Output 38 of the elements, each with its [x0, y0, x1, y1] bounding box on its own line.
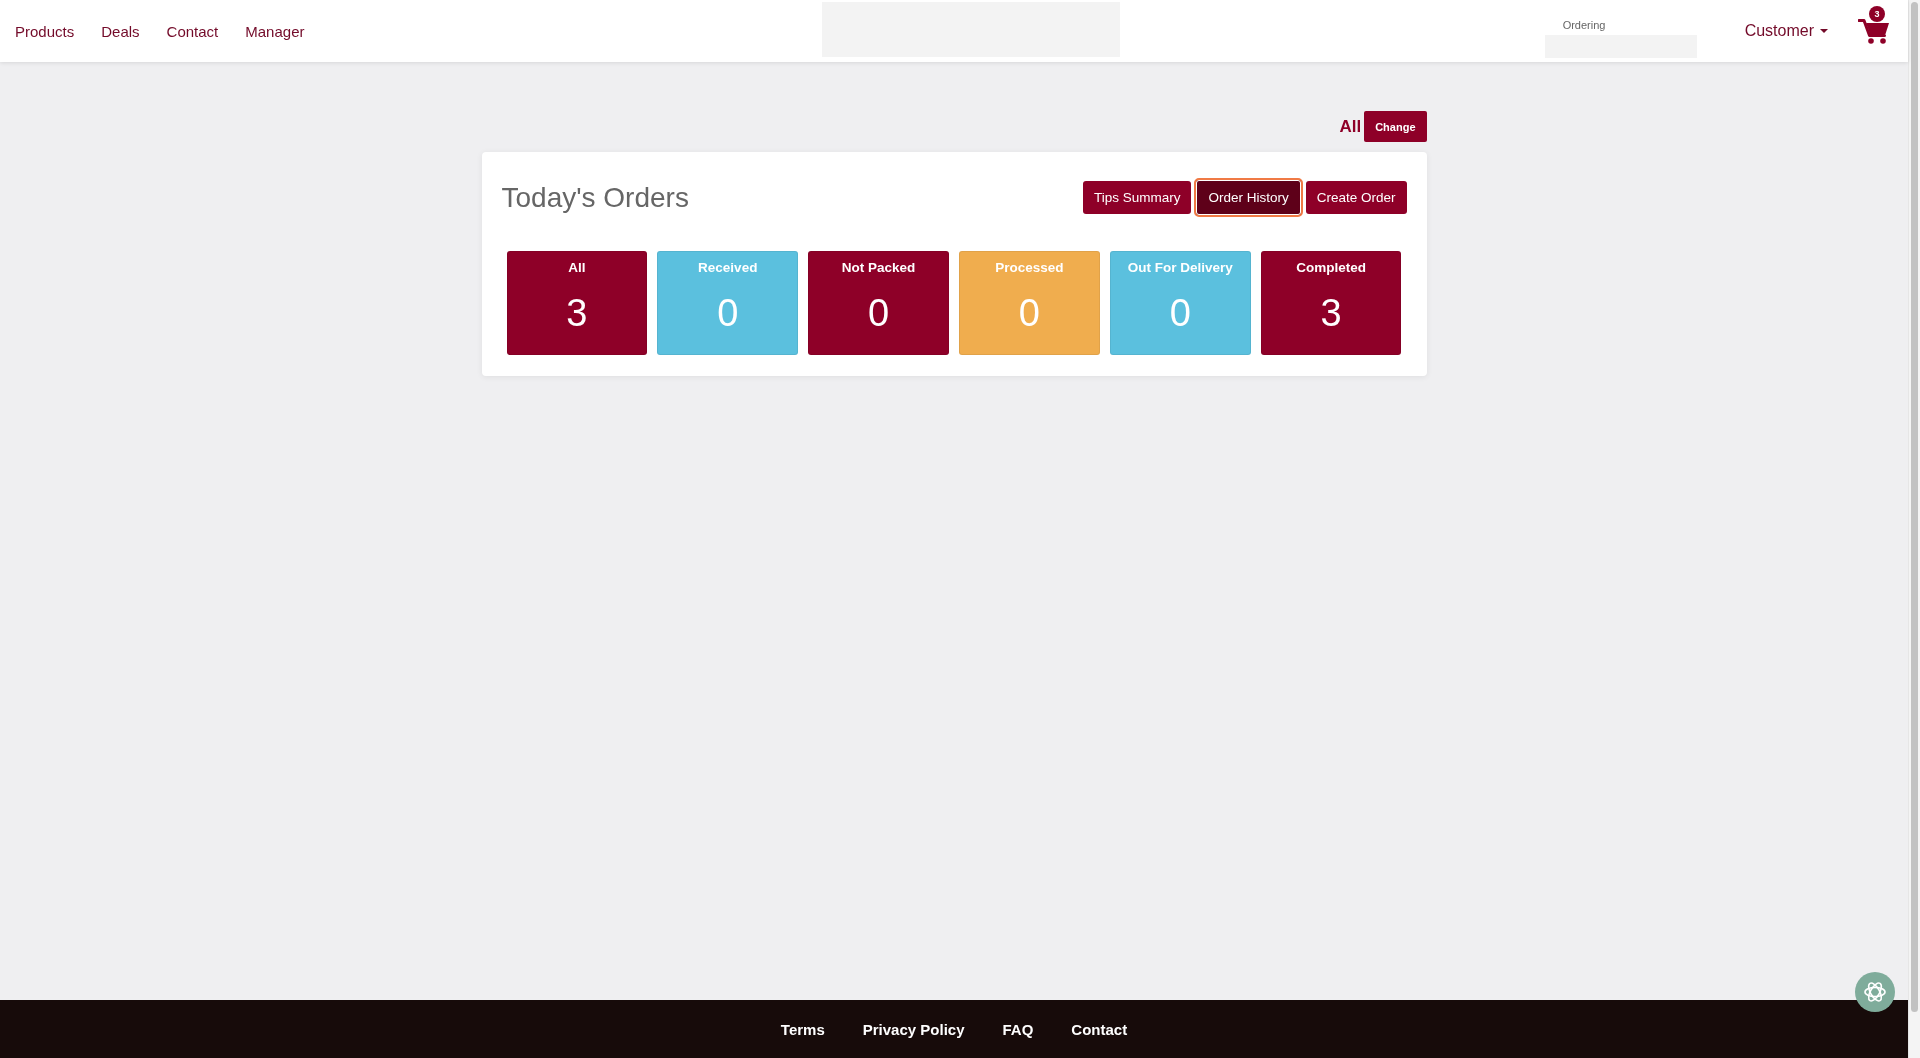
action-button[interactable]: Create Order: [1305, 181, 1407, 214]
cart-count-badge: 3: [1869, 6, 1885, 22]
tile-label: Not Packed: [841, 259, 916, 276]
action-button[interactable]: Tips Summary: [1082, 181, 1192, 214]
tile-label: Completed: [1296, 259, 1366, 276]
tile-count: 0: [717, 291, 739, 335]
filter-value: All: [1339, 116, 1362, 137]
footer-link[interactable]: Contact: [1071, 1020, 1128, 1038]
cart-button[interactable]: [1858, 17, 1890, 45]
action-button[interactable]: Order History: [1194, 178, 1303, 217]
card-title: Today's Orders: [501, 181, 689, 214]
tile-count: 3: [1320, 291, 1342, 335]
status-tile[interactable]: Not Packed 0: [808, 251, 949, 355]
tile-label: Out For Delivery: [1127, 259, 1233, 276]
status-tile[interactable]: All 3: [506, 251, 648, 355]
nav-link[interactable]: Deals: [101, 22, 140, 40]
caret-icon: [1820, 29, 1828, 33]
nav-link[interactable]: Manager: [245, 22, 305, 40]
footer-link[interactable]: FAQ: [1002, 1020, 1034, 1038]
swirl-logo-icon[interactable]: [1855, 972, 1895, 1012]
tile-count: 0: [868, 291, 890, 335]
footer-link[interactable]: Terms: [780, 1020, 825, 1038]
status-tile[interactable]: Completed 3: [1260, 251, 1402, 355]
cart-icon: [1858, 17, 1890, 45]
nav-link[interactable]: Contact: [166, 22, 219, 40]
tile-count: 0: [1018, 291, 1040, 335]
tile-label: Received: [698, 259, 758, 276]
ordering-label: Ordering: [1561, 18, 1606, 32]
tile-label: Processed: [995, 259, 1064, 276]
scrollbar[interactable]: [1908, 0, 1920, 1058]
footer-link[interactable]: Privacy Policy: [862, 1020, 965, 1038]
scrollbar-thumb[interactable]: [1911, 2, 1918, 1012]
tile-count: 0: [1169, 291, 1191, 335]
change-button[interactable]: Change: [1364, 111, 1427, 142]
tile-count: 3: [566, 291, 588, 335]
customer-menu[interactable]: Customer: [1744, 22, 1828, 40]
tile-label: All: [568, 259, 586, 276]
nav-link[interactable]: Products: [15, 22, 75, 40]
